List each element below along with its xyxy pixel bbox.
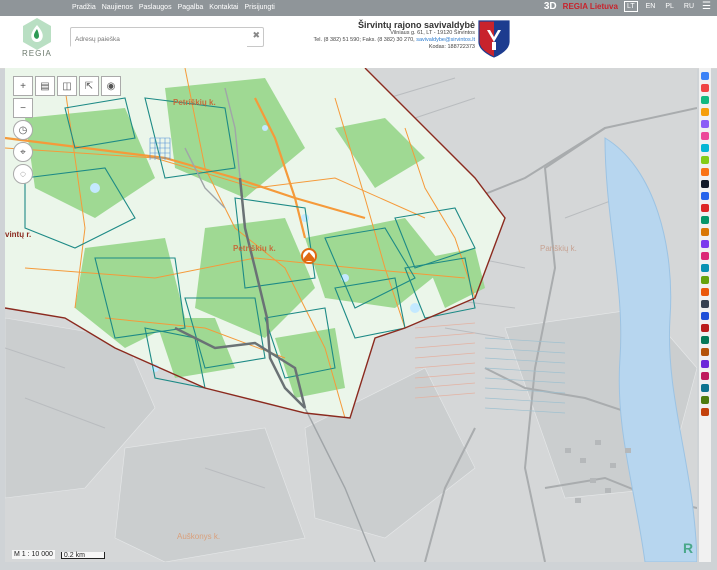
municipality-contacts: Tel. (8 382) 51 590; Faks. (8 382) 30 27… — [313, 37, 475, 44]
regia-lietuva-link[interactable]: REGIA Lietuva — [563, 2, 618, 11]
3d-button[interactable]: 3D — [544, 1, 557, 12]
lang-pl[interactable]: PL — [663, 2, 676, 11]
locate-button[interactable]: ◉ — [101, 76, 121, 96]
nav-paslaugos[interactable]: Paslaugos — [139, 4, 172, 11]
search-input[interactable] — [71, 30, 247, 49]
municipality-email[interactable]: savivaldybe@sirvintos.lt — [416, 37, 475, 43]
top-nav-bar: Pradžia Naujienos Paslaugos Pagalba Kont… — [0, 0, 717, 16]
hamburger-menu-icon[interactable]: ☰ — [702, 1, 711, 12]
nav-right: 3D REGIA Lietuva LT EN PL RU ☰ — [544, 1, 717, 12]
crosshair-button[interactable]: ⌖ — [13, 142, 33, 162]
logo-text: REGIA — [22, 49, 52, 58]
municipality-address: Vilniaus g. 61, LT - 19120 Širvintos — [390, 30, 475, 36]
lang-lt[interactable]: LT — [623, 1, 638, 12]
home-marker-icon[interactable] — [301, 248, 317, 264]
municipality-name: Širvintų rajono savivaldybė — [357, 20, 475, 30]
zoom-out-button[interactable]: − — [13, 98, 33, 118]
layers-button[interactable]: ▤ — [35, 76, 55, 96]
svg-text:R: R — [683, 540, 693, 556]
scale-ratio: M 1 : 10 000 — [12, 550, 55, 559]
clock-icon: ◷ — [18, 124, 28, 136]
map-svg: R — [5, 68, 697, 562]
layers-icon: ▤ — [40, 80, 50, 92]
history-button[interactable]: ◷ — [13, 120, 33, 140]
draw-button[interactable]: ◌ — [13, 164, 33, 184]
coat-of-arms-icon — [478, 20, 510, 58]
share-icon: ⇱ — [84, 80, 94, 92]
label-petriskiu-south: Petriškių k. — [233, 244, 276, 253]
crosshair-icon: ⌖ — [20, 146, 26, 158]
label-auskonys: Auškonys k. — [177, 532, 221, 541]
nav-naujienos[interactable]: Naujienos — [102, 4, 133, 11]
map-scale: M 1 : 10 000 0.2 km — [12, 550, 105, 559]
scale-bar: 0.2 km — [60, 552, 105, 559]
measure-button[interactable]: ◫ — [57, 76, 77, 96]
municipality-phone: Tel. (8 382) 51 590; Faks. (8 382) 30 27… — [313, 37, 415, 43]
nav-kontaktai[interactable]: Kontaktai — [209, 4, 238, 11]
municipality-code: Kodas: 188722373 — [428, 44, 475, 50]
label-pariskiu: Pariškių k. — [540, 244, 577, 253]
target-icon: ◉ — [106, 80, 116, 92]
right-icon-strip — [699, 68, 711, 562]
regia-logo-icon[interactable] — [22, 18, 52, 50]
ruler-icon: ◫ — [62, 80, 72, 92]
label-sirvintu: vintų r. — [5, 230, 32, 239]
label-petriskiu-north: Petriškių k. — [173, 98, 216, 107]
nav-pradzia[interactable]: Pradžia — [72, 4, 96, 11]
lasso-icon: ◌ — [20, 168, 26, 180]
municipality-info: Širvintų rajono savivaldybė Vilniaus g. … — [313, 20, 475, 51]
clear-icon[interactable]: ✖ — [252, 30, 260, 41]
zoom-in-button[interactable]: + — [13, 76, 33, 96]
nav-prisijungti[interactable]: Prisijungti — [244, 4, 274, 11]
nav-pagalba[interactable]: Pagalba — [178, 4, 204, 11]
app-icons-strip — [701, 72, 709, 416]
share-button[interactable]: ⇱ — [79, 76, 99, 96]
header: REGIA ✖ Širvintų rajono savivaldybė Viln… — [0, 16, 717, 69]
map-canvas[interactable]: R Petriškių k. Petriškių k. vintų r. Auš… — [5, 68, 697, 562]
lang-ru[interactable]: RU — [682, 2, 696, 11]
main-nav: Pradžia Naujienos Paslaugos Pagalba Kont… — [72, 4, 275, 11]
lang-en[interactable]: EN — [644, 2, 658, 11]
address-search[interactable]: ✖ — [70, 27, 264, 49]
